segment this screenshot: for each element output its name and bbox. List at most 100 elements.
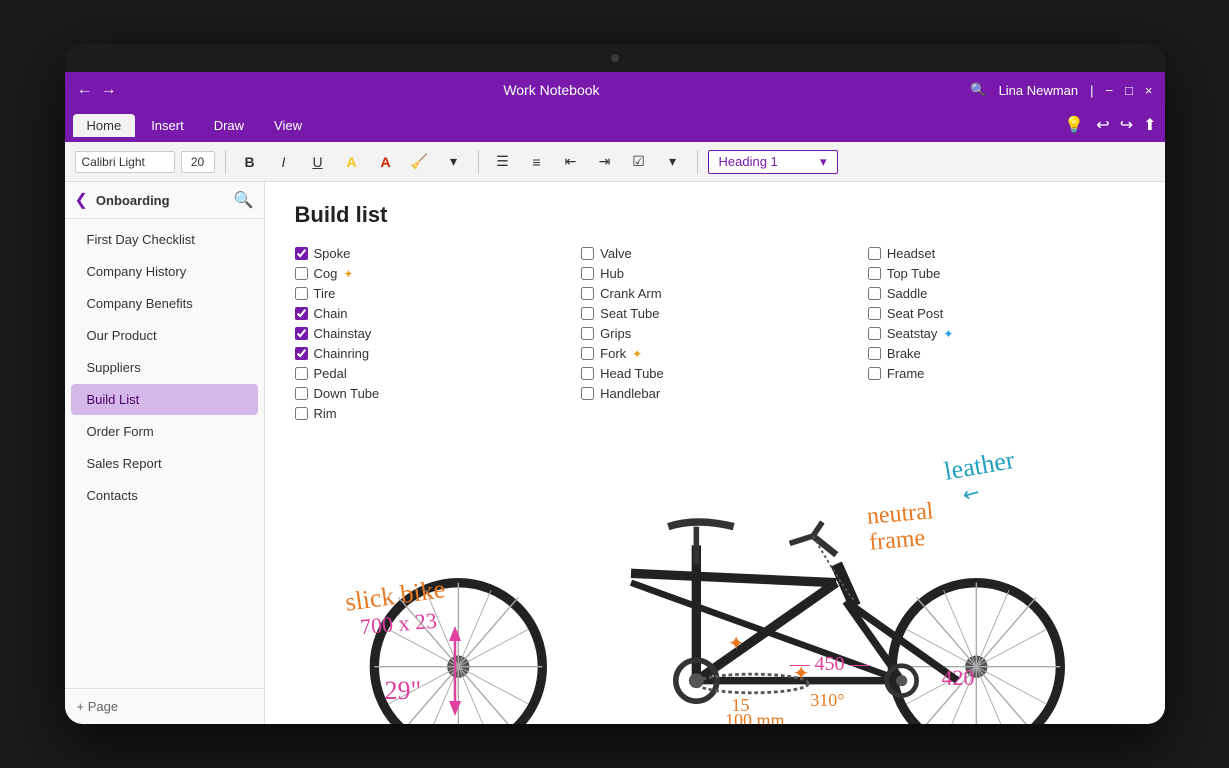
minimize-button[interactable]: − — [1105, 83, 1113, 98]
camera-dot — [611, 54, 619, 62]
checkbox-brake[interactable] — [868, 347, 881, 360]
tab-home[interactable]: Home — [73, 114, 136, 137]
checkbox-seat-post[interactable] — [868, 307, 881, 320]
sidebar-header: ❮ Onboarding 🔍 — [65, 182, 264, 219]
checkbox-seat-tube[interactable] — [581, 307, 594, 320]
sidebar-back-icon[interactable]: ❮ — [75, 190, 88, 210]
sidebar-item-company-benefits[interactable]: Company Benefits — [71, 288, 258, 319]
check-saddle: Saddle — [868, 286, 1135, 301]
check-headset: Headset — [868, 246, 1135, 261]
checkbox-cog[interactable] — [295, 267, 308, 280]
checkbox-seatstay[interactable] — [868, 327, 881, 340]
sidebar-item-order-form[interactable]: Order Form — [71, 416, 258, 447]
font-color-button[interactable]: A — [372, 148, 400, 176]
numbered-list-button[interactable]: ≡ — [523, 148, 551, 176]
label-handlebar: Handlebar — [600, 386, 660, 401]
checkbox-frame[interactable] — [868, 367, 881, 380]
checkbox-chainstay[interactable] — [295, 327, 308, 340]
undo-icon[interactable]: ↩ — [1096, 115, 1109, 135]
underline-button[interactable]: U — [304, 148, 332, 176]
sidebar-item-suppliers[interactable]: Suppliers — [71, 352, 258, 383]
label-saddle: Saddle — [887, 286, 927, 301]
label-head-tube: Head Tube — [600, 366, 664, 381]
star-cog-area: ✦ — [793, 661, 810, 686]
star-fork-area: ✦ — [728, 631, 745, 656]
checkbox-button[interactable]: ☑ — [625, 148, 653, 176]
toolbar: Calibri Light 20 B I U A A 🧹 ▾ ☰ ≡ ⇤ ⇥ ☑… — [65, 142, 1165, 182]
toolbar-separator-1 — [225, 150, 226, 174]
checkbox-spoke[interactable] — [295, 247, 308, 260]
redo-icon[interactable]: ↪ — [1120, 115, 1133, 135]
highlight-button[interactable]: A — [338, 148, 366, 176]
label-valve: Valve — [600, 246, 632, 261]
more-button[interactable]: ▾ — [440, 148, 468, 176]
sidebar-item-first-day[interactable]: First Day Checklist — [71, 224, 258, 255]
bullets-button[interactable]: ☰ — [489, 148, 517, 176]
checkbox-top-tube[interactable] — [868, 267, 881, 280]
annotation-100mm: 100 mm — [725, 710, 785, 724]
checkbox-fork[interactable] — [581, 347, 594, 360]
checkbox-grips[interactable] — [581, 327, 594, 340]
decrease-indent-button[interactable]: ⇤ — [557, 148, 585, 176]
checkbox-headset[interactable] — [868, 247, 881, 260]
lightbulb-icon[interactable]: 💡 — [1064, 115, 1084, 135]
sidebar-item-contacts[interactable]: Contacts — [71, 480, 258, 511]
check-chain: Chain — [295, 306, 562, 321]
sidebar-item-company-history[interactable]: Company History — [71, 256, 258, 287]
checkbox-chain[interactable] — [295, 307, 308, 320]
checkbox-pedal[interactable] — [295, 367, 308, 380]
tab-draw[interactable]: Draw — [200, 114, 258, 137]
checklist-grid: Spoke Cog ✦ Tire Chai — [295, 246, 1135, 421]
checkbox-handlebar[interactable] — [581, 387, 594, 400]
toolbar-separator-3 — [697, 150, 698, 174]
label-spoke: Spoke — [314, 246, 351, 261]
sidebar-item-sales-report[interactable]: Sales Report — [71, 448, 258, 479]
share-icon[interactable]: ⬆ — [1143, 115, 1156, 135]
check-chainring: Chainring — [295, 346, 562, 361]
font-selector[interactable]: Calibri Light — [75, 151, 175, 173]
maximize-icon[interactable]: □ — [1125, 83, 1133, 98]
checkbox-hub[interactable] — [581, 267, 594, 280]
clear-format-button[interactable]: 🧹 — [406, 148, 434, 176]
check-rim: Rim — [295, 406, 562, 421]
checkbox-down-tube[interactable] — [295, 387, 308, 400]
tab-view[interactable]: View — [260, 114, 316, 137]
checkbox-saddle[interactable] — [868, 287, 881, 300]
label-fork: Fork — [600, 346, 626, 361]
check-frame: Frame — [868, 366, 1135, 381]
checkbox-head-tube[interactable] — [581, 367, 594, 380]
back-button[interactable]: ← — [77, 81, 93, 99]
increase-indent-button[interactable]: ⇥ — [591, 148, 619, 176]
main-area: ❮ Onboarding 🔍 First Day Checklist Compa… — [65, 182, 1165, 724]
italic-button[interactable]: I — [270, 148, 298, 176]
sidebar-section-title: Onboarding — [96, 193, 226, 208]
content-area[interactable]: Build list Spoke Cog ✦ — [265, 182, 1165, 724]
checklist-col-3: Headset Top Tube Saddle Seat Post — [868, 246, 1135, 421]
checkbox-chainring[interactable] — [295, 347, 308, 360]
camera-bar — [65, 44, 1165, 72]
check-tire: Tire — [295, 286, 562, 301]
add-page-button[interactable]: + Page — [77, 699, 252, 714]
font-size-selector[interactable]: 20 — [181, 151, 215, 173]
search-icon[interactable]: 🔍 — [970, 82, 986, 98]
check-crank-arm: Crank Arm — [581, 286, 848, 301]
sidebar-item-build-list[interactable]: Build List — [71, 384, 258, 415]
app-window: ← → Work Notebook 🔍 Lina Newman | − □ × … — [65, 72, 1165, 724]
style-selector[interactable]: Heading 1 ▾ — [708, 150, 838, 174]
sidebar-search-icon[interactable]: 🔍 — [234, 190, 254, 210]
checkbox-tire[interactable] — [295, 287, 308, 300]
sidebar-item-our-product[interactable]: Our Product — [71, 320, 258, 351]
more-list-button[interactable]: ▾ — [659, 148, 687, 176]
toolbar-separator-2 — [478, 150, 479, 174]
checkbox-valve[interactable] — [581, 247, 594, 260]
forward-button[interactable]: → — [101, 81, 117, 99]
checkbox-crank-arm[interactable] — [581, 287, 594, 300]
tab-insert[interactable]: Insert — [137, 114, 198, 137]
label-cog: Cog — [314, 266, 338, 281]
annotation-310: 310° — [810, 690, 844, 711]
style-dropdown-arrow: ▾ — [820, 154, 827, 170]
bold-button[interactable]: B — [236, 148, 264, 176]
label-chain: Chain — [314, 306, 348, 321]
checkbox-rim[interactable] — [295, 407, 308, 420]
close-button[interactable]: × — [1145, 83, 1153, 98]
